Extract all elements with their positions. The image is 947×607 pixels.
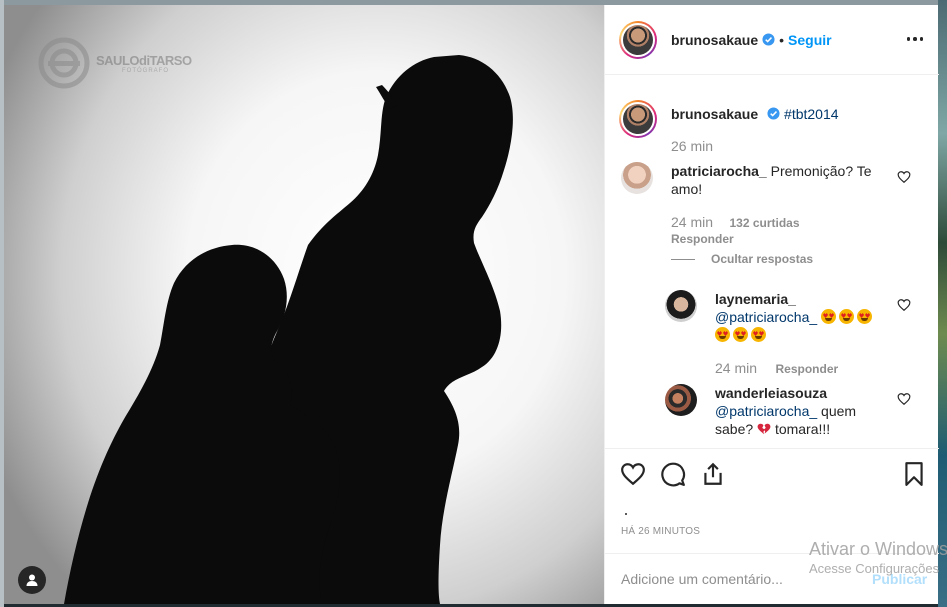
post-photo: SAULOdiTARSO FOTÓGRAFO: [4, 5, 604, 604]
star-struck-emoji: [715, 327, 730, 342]
user-icon: [26, 574, 38, 586]
comment-input[interactable]: [621, 571, 861, 587]
post-modal: SAULOdiTARSO FOTÓGRAFO brunosakaue • Seg…: [4, 5, 939, 604]
reply-meta: 24 min Responder: [715, 360, 838, 378]
header-separator: •: [779, 31, 785, 48]
author-avatar[interactable]: [619, 20, 657, 59]
background-feed-image: [938, 0, 947, 607]
reply-button[interactable]: Responder: [775, 362, 838, 376]
reply-avatar[interactable]: [665, 384, 697, 416]
star-struck-emoji: [821, 309, 837, 324]
reply-username[interactable]: wanderleiasouza: [715, 385, 827, 401]
comment-meta: 24 min 132 curtidas: [671, 214, 800, 232]
reply-text: laynemaria_ @patriciarocha_: [715, 290, 895, 344]
star-struck-emoji: [839, 309, 855, 324]
caption-username[interactable]: brunosakaue: [671, 106, 758, 122]
follow-button[interactable]: Seguir: [788, 32, 832, 48]
post-timestamp: HÁ 26 MINUTOS: [621, 526, 701, 537]
comment-time: 24 min: [671, 214, 714, 230]
bookmark-icon[interactable]: [901, 461, 927, 487]
comment-likes[interactable]: 132 curtidas: [729, 216, 799, 230]
comments-list: brunosakaue #tbt2014 26 min patriciaroch…: [605, 76, 939, 447]
star-struck-emoji: [733, 327, 748, 342]
reply-button[interactable]: Responder: [671, 232, 734, 246]
reply-avatar[interactable]: [665, 290, 697, 322]
caption-hashtag[interactable]: #tbt2014: [784, 106, 839, 122]
photographer-watermark: SAULOdiTARSO FOTÓGRAFO: [38, 37, 192, 89]
add-comment-bar: Publicar: [605, 553, 939, 604]
reply-mention[interactable]: @patriciarocha_: [715, 309, 817, 325]
comment-bubble-icon[interactable]: [660, 461, 686, 487]
like-heart-icon[interactable]: [620, 461, 646, 487]
likes-placeholder-dot: [625, 513, 627, 515]
caption: brunosakaue #tbt2014: [671, 105, 839, 124]
star-struck-emoji: [751, 327, 766, 342]
verified-badge-icon: [762, 33, 775, 46]
reply-username[interactable]: laynemaria_: [715, 291, 796, 307]
post-actions-bar: [605, 448, 939, 508]
comment-username[interactable]: patriciarocha_: [671, 163, 767, 179]
like-comment-heart-icon[interactable]: [897, 170, 911, 184]
post-header: brunosakaue • Seguir: [605, 5, 939, 75]
comment-text: patriciarocha_ Premonição? Te amo!: [671, 162, 901, 198]
tagged-users-button[interactable]: [18, 566, 46, 594]
broken-heart-icon: [757, 423, 771, 435]
like-comment-heart-icon[interactable]: [897, 298, 911, 312]
share-upload-icon[interactable]: [700, 461, 726, 487]
star-struck-emoji: [857, 309, 873, 324]
photographer-subtitle: FOTÓGRAFO: [122, 67, 169, 74]
photographer-name: SAULOdiTARSO: [96, 52, 192, 68]
silhouette-image: [64, 55, 513, 604]
reply-text: wanderleiasouza @patriciarocha_ quem sab…: [715, 384, 885, 438]
caption-author-avatar[interactable]: [619, 100, 657, 138]
publish-button[interactable]: Publicar: [872, 571, 927, 587]
hide-replies-button[interactable]: Ocultar respostas: [671, 252, 813, 266]
photographer-logo: [38, 37, 90, 89]
more-options-icon[interactable]: [905, 29, 925, 49]
post-side-panel: brunosakaue • Seguir brunosakaue #tbt201…: [604, 5, 939, 604]
caption-time: 26 min: [671, 138, 714, 154]
like-comment-heart-icon[interactable]: [897, 392, 911, 406]
verified-badge-icon: [767, 107, 780, 120]
reply-mention[interactable]: @patriciarocha_: [715, 403, 817, 419]
reply-time: 24 min: [715, 360, 758, 376]
commenter-avatar[interactable]: [621, 162, 653, 194]
reply-body-part: tomara!!!: [774, 421, 831, 437]
author-username[interactable]: brunosakaue: [671, 32, 758, 48]
